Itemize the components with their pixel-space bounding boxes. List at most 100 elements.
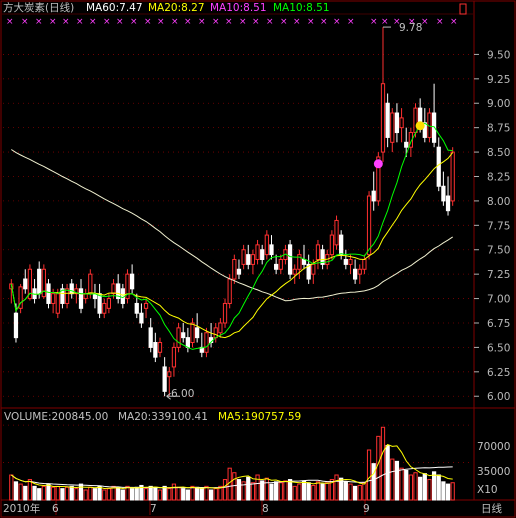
buy-signal-marker: × (266, 17, 274, 27)
volume-bar (348, 483, 353, 501)
candle-body (88, 273, 93, 295)
volume-bar (199, 488, 204, 501)
volume-bar (390, 458, 395, 501)
buy-signal-marker: × (450, 17, 458, 27)
volume-bar (357, 484, 362, 501)
volume-bar (213, 488, 218, 501)
volume-bar (404, 469, 409, 501)
candle-body (334, 219, 339, 246)
candle-body (301, 259, 307, 265)
volume-bar (129, 488, 135, 501)
volume-bar (9, 474, 14, 501)
price-tick-label: 6.50 (487, 342, 510, 354)
candle-body (64, 288, 70, 304)
toolbar-indicator (459, 3, 467, 15)
volume-bar (274, 481, 279, 501)
volume-ma20-readout: MA20:339100.41 (118, 411, 208, 423)
candle-body (167, 371, 172, 378)
volume-bar (431, 471, 437, 501)
candle-body (37, 268, 42, 295)
volume-bar (64, 486, 70, 501)
volume-bar (283, 480, 288, 501)
volume-ma5-readout: MA5:190757.59 (218, 411, 302, 423)
volume-bar (51, 486, 56, 501)
volume-bar (120, 489, 125, 501)
candlestick-chart[interactable]: 6.00 6.25 6.50 6.75 7.00 7.25 7.50 7.75 8.00 8.25… (0, 0, 516, 518)
volume-bar (148, 485, 153, 501)
volume-bar (287, 479, 293, 501)
buy-signal-marker: × (157, 17, 165, 27)
volume-bar (236, 479, 242, 501)
buy-signal-marker: × (21, 17, 29, 27)
buy-signal-marker: × (171, 17, 179, 27)
candle-body (46, 283, 51, 304)
candle-body (171, 346, 177, 368)
candle-body (162, 366, 167, 392)
ma10-line (10, 122, 453, 350)
candle-body (106, 298, 112, 309)
volume-bar (190, 485, 195, 501)
candle-body (246, 254, 251, 265)
candle-body (380, 83, 386, 153)
ma20-line (10, 152, 454, 339)
volume-bar (195, 486, 200, 501)
candle-body (120, 288, 125, 304)
volume-bar (306, 482, 311, 501)
candle-body (250, 254, 256, 265)
volume-bar (246, 476, 251, 501)
price-tick-label: 7.50 (487, 245, 510, 257)
candle-body (185, 337, 190, 348)
signal-marker-yellow (415, 121, 425, 131)
volume-bar (102, 489, 107, 501)
volume-bar (427, 479, 432, 501)
buy-signal-marker: × (144, 17, 152, 27)
candle-body (51, 293, 56, 304)
candle-body (404, 141, 409, 148)
candle-body (385, 102, 390, 138)
candle-body (292, 268, 297, 275)
volume-bar (366, 449, 372, 501)
candle-body (348, 259, 353, 265)
candle-body (399, 117, 404, 129)
volume-bar (418, 476, 423, 501)
volume-unit-label: X10 (477, 484, 498, 496)
buy-signal-marker: × (370, 17, 378, 27)
period-label[interactable]: 日线 (481, 503, 502, 515)
buy-signal-marker: × (49, 17, 57, 27)
volume-bar (227, 467, 232, 501)
buy-signal-marker: × (239, 17, 247, 27)
buy-signal-marker: × (280, 17, 288, 27)
buy-signal-marker: × (116, 17, 124, 27)
candle-body (339, 234, 344, 256)
volume-bar (292, 485, 297, 501)
candle-body (102, 302, 107, 314)
candle-body (129, 273, 135, 290)
candle-body (181, 332, 186, 339)
candle-body (418, 107, 423, 124)
buy-signal-marker: × (293, 17, 301, 27)
price-tick-label: 9.00 (487, 98, 510, 110)
volume-bar (176, 486, 181, 501)
candle-body (366, 195, 372, 256)
candle-body (264, 234, 269, 256)
signal-marker-magenta (373, 159, 383, 169)
candle-body (269, 244, 274, 256)
volume-bar (46, 483, 51, 501)
buy-signal-marker: × (333, 17, 341, 27)
price-tick-label: 7.75 (487, 220, 510, 232)
volume-bar (134, 486, 139, 501)
volume-bar (260, 480, 265, 501)
candle-body (362, 259, 367, 270)
volume-readout: VOLUME:200845.00 (4, 411, 109, 423)
volume-bar (41, 485, 46, 501)
candle-body (287, 244, 293, 275)
ma10-readout-green: MA10:8.51 (273, 2, 330, 14)
date-label-aug: 8 (262, 503, 269, 515)
price-tick-label: 6.00 (487, 391, 510, 403)
volume-tick-35000: 35000 (477, 466, 511, 478)
chart-title: 方大炭素(日线) (3, 2, 75, 14)
volume-bar (13, 481, 19, 501)
buy-signal-marker: × (212, 17, 220, 27)
volume-bar (371, 463, 376, 501)
candle-body (441, 185, 446, 202)
